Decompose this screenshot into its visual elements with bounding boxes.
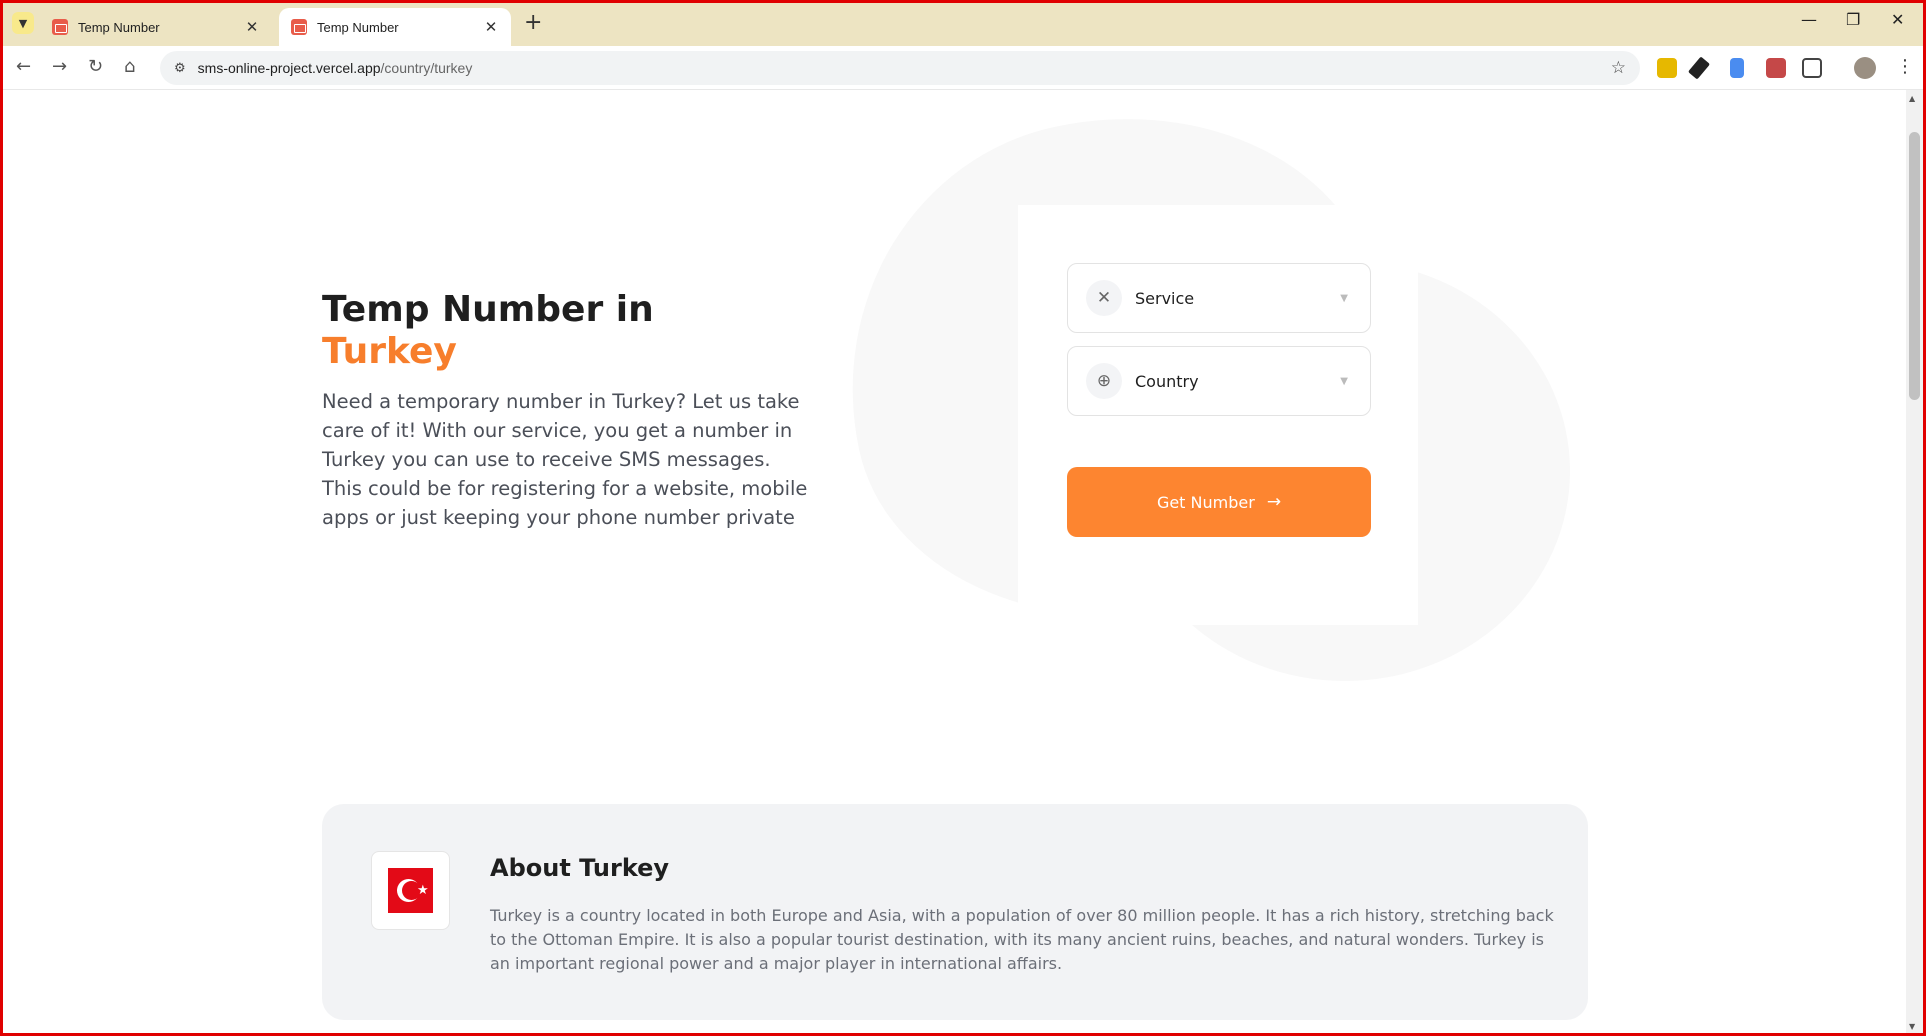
- country-label: Country: [1135, 371, 1199, 391]
- about-title: About Turkey: [490, 854, 670, 882]
- tab-title: Temp Number: [317, 19, 399, 35]
- url-text: sms-online-project.vercel.app/country/tu…: [197, 60, 473, 76]
- chevron-down-icon: ▼: [1340, 292, 1348, 304]
- tab-2-active[interactable]: Temp Number ✕: [279, 8, 511, 46]
- scroll-down-icon[interactable]: ▼: [1909, 1022, 1915, 1031]
- tab-search-chevron-icon[interactable]: ▼: [12, 12, 34, 34]
- extension-icon[interactable]: [1657, 58, 1677, 78]
- hero-description: Need a temporary number in Turkey? Let u…: [322, 390, 808, 529]
- service-label: Service: [1135, 288, 1195, 308]
- scroll-thumb[interactable]: [1909, 132, 1920, 400]
- back-arrow-icon[interactable]: ←: [16, 56, 31, 77]
- eyedropper-icon[interactable]: [1687, 56, 1711, 80]
- service-select[interactable]: ✕ Service ▼: [1067, 263, 1371, 333]
- profile-avatar[interactable]: [1854, 57, 1876, 79]
- tab-close-icon[interactable]: ✕: [244, 18, 260, 36]
- tab-1[interactable]: Temp Number ✕: [40, 8, 272, 46]
- calendar-extension-icon[interactable]: [1766, 58, 1786, 78]
- home-icon[interactable]: ⌂: [124, 56, 135, 77]
- address-bar[interactable]: ⚙ sms-online-project.vercel.app/country/…: [160, 51, 1640, 85]
- hero-country: Turkey: [322, 331, 457, 372]
- reload-icon[interactable]: ↻: [88, 56, 103, 77]
- globe-icon: ⊕: [1086, 363, 1122, 399]
- bookmark-star-icon[interactable]: ☆: [1611, 58, 1626, 78]
- tab-title: Temp Number: [78, 19, 160, 35]
- new-tab-button[interactable]: +: [524, 10, 542, 35]
- calendar-favicon-icon: [291, 19, 307, 35]
- extension-icon[interactable]: [1730, 58, 1744, 78]
- forward-arrow-icon[interactable]: →: [52, 56, 67, 77]
- calendar-favicon-icon: [52, 19, 68, 35]
- site-settings-icon[interactable]: ⚙: [174, 61, 186, 76]
- get-number-label: Get Number: [1156, 492, 1255, 512]
- close-window-button[interactable]: ✕: [1891, 10, 1904, 29]
- tab-close-icon[interactable]: ✕: [483, 18, 499, 36]
- turkey-flag-icon: ★: [388, 868, 433, 913]
- about-section: ★ About Turkey Turkey is a country locat…: [322, 804, 1588, 1020]
- page-scrollbar[interactable]: ▲ ▼: [1906, 90, 1923, 1033]
- get-number-button[interactable]: Get Number →: [1067, 467, 1371, 537]
- extensions-puzzle-icon[interactable]: [1802, 58, 1822, 78]
- country-select[interactable]: ⊕ Country ▼: [1067, 346, 1371, 416]
- tools-icon: ✕: [1086, 280, 1122, 316]
- scroll-up-icon[interactable]: ▲: [1909, 94, 1915, 103]
- chevron-down-icon: ▼: [1340, 375, 1348, 387]
- menu-kebab-icon[interactable]: ⋮: [1896, 56, 1914, 77]
- flag-container: ★: [371, 851, 450, 930]
- page-content: Temp Number in Turkey Need a temporary n…: [0, 91, 1906, 1036]
- about-text: Turkey is a country located in both Euro…: [490, 906, 1554, 973]
- arrow-right-icon: →: [1266, 492, 1282, 512]
- restore-button[interactable]: ❐: [1846, 10, 1860, 29]
- hero-title: Temp Number in Turkey: [322, 289, 842, 373]
- tab-bar: ▼ Temp Number ✕ Temp Number ✕ + — ❐ ✕: [0, 0, 1926, 46]
- minimize-button[interactable]: —: [1801, 10, 1817, 29]
- browser-toolbar: ← → ↻ ⌂ ⚙ sms-online-project.vercel.app/…: [0, 46, 1926, 90]
